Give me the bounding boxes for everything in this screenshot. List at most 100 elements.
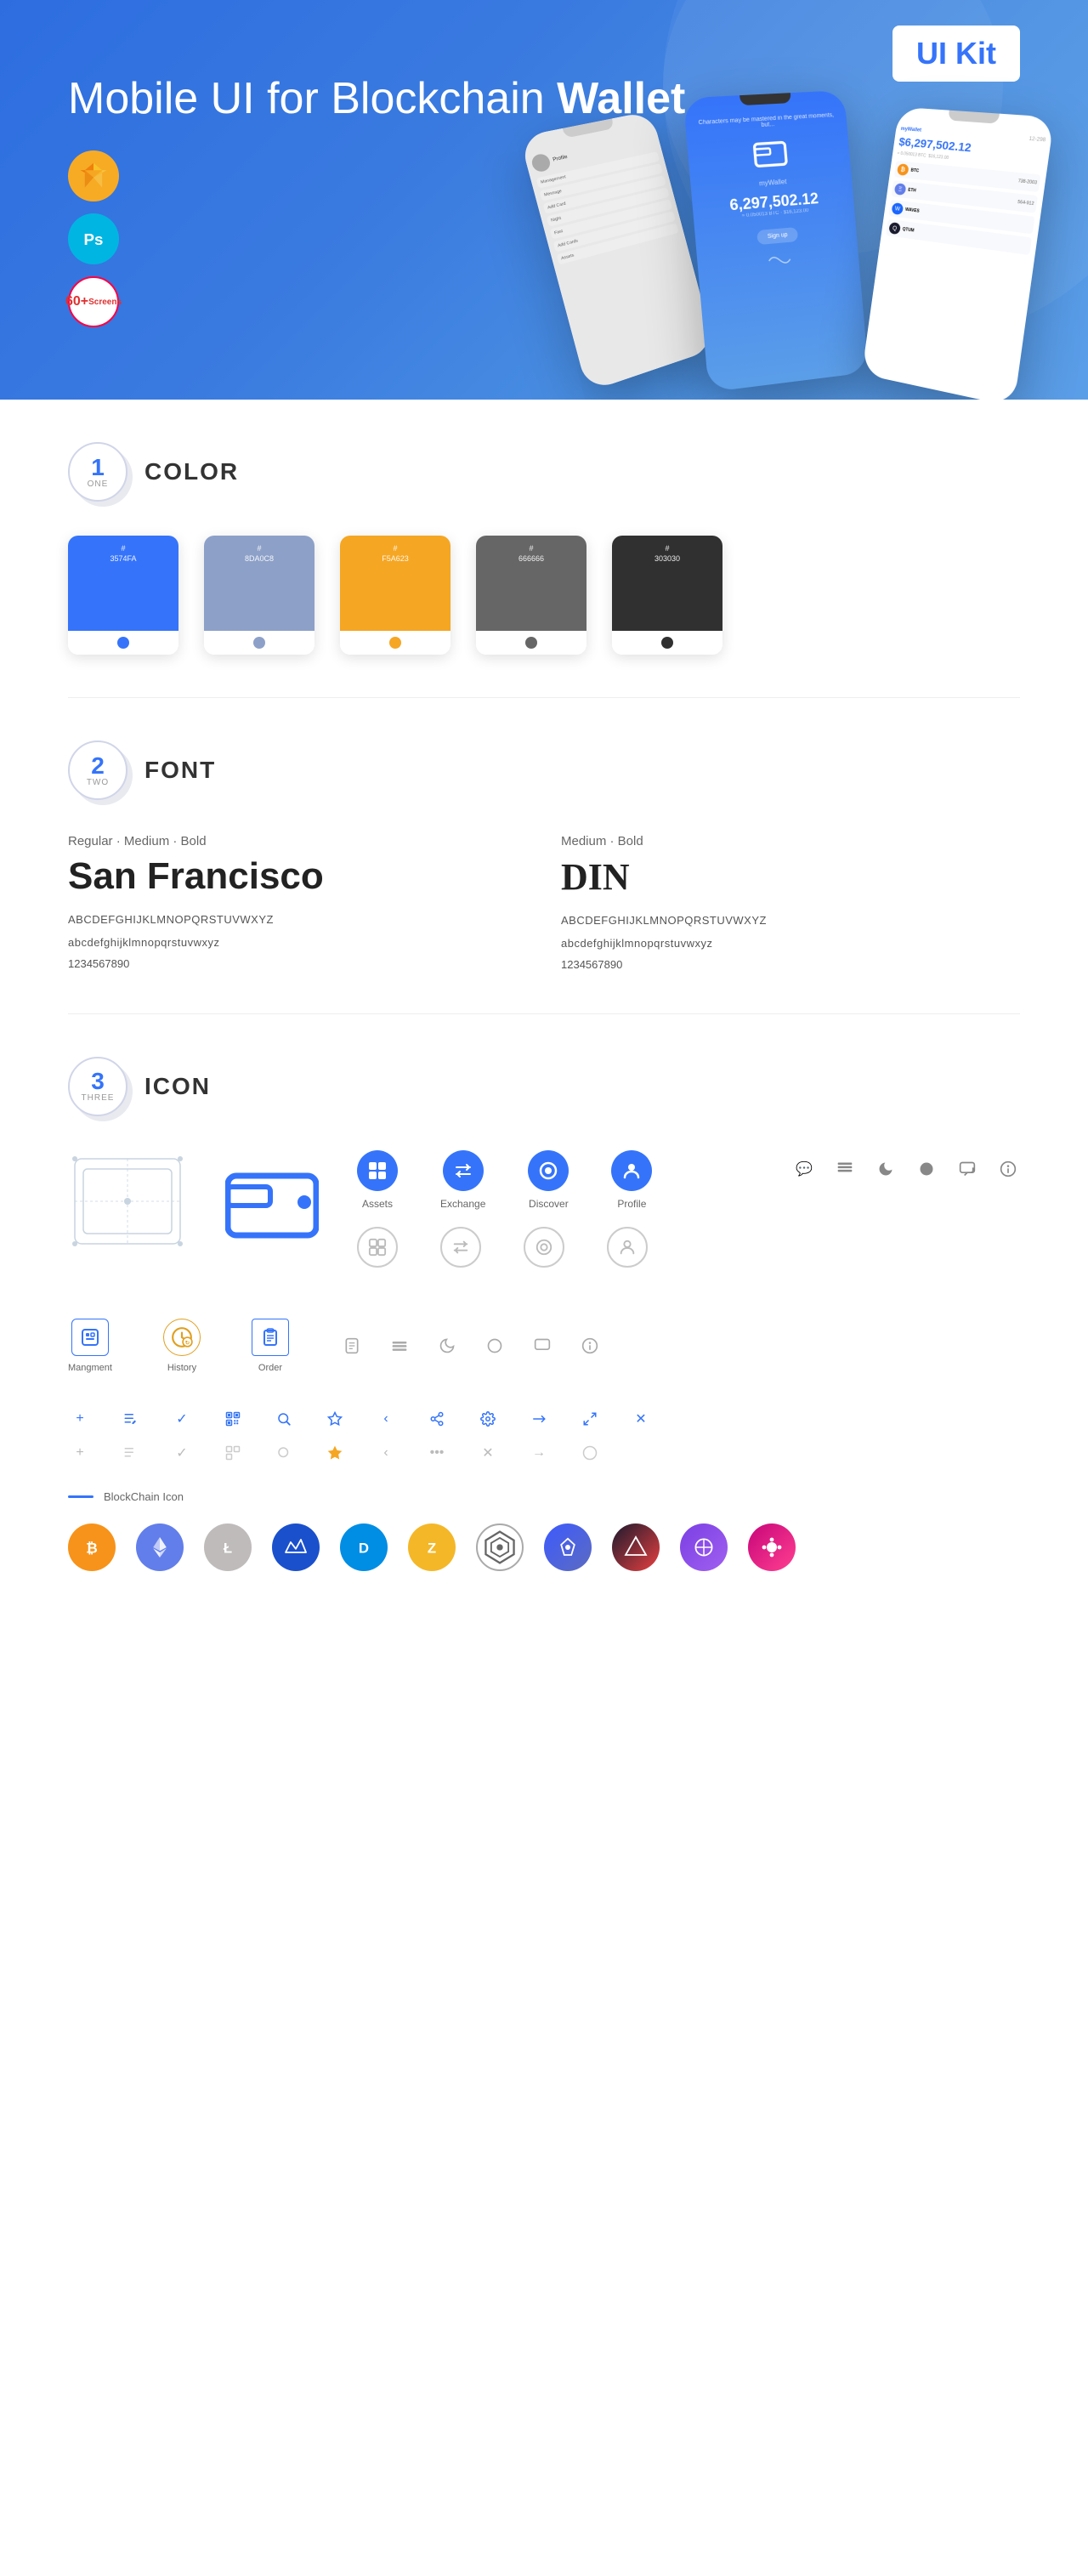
font-din-uppercase: ABCDEFGHIJKLMNOPQRSTUVWXYZ	[561, 912, 1020, 930]
color-swatches-container: #3574FA #8DA0C8 #F5A623 #666666 #303030	[68, 536, 1020, 655]
dot-icon	[748, 1523, 796, 1571]
icon-blueprint-svg	[68, 1150, 187, 1252]
font-din-lowercase: abcdefghijklmnopqrstuvwxyz	[561, 935, 1020, 953]
info-icon	[996, 1157, 1020, 1181]
star-icon-orange	[323, 1441, 347, 1465]
swatch-dark: #303030	[612, 536, 722, 655]
font-section: 2 TWO FONT Regular · Medium · Bold San F…	[68, 698, 1020, 1013]
photoshop-badge: Ps	[68, 213, 119, 264]
waves-icon	[272, 1523, 320, 1571]
nav-exchange-filled: Exchange	[440, 1150, 485, 1210]
search-icon-gray	[272, 1441, 296, 1465]
svg-text:D: D	[359, 1540, 369, 1556]
color-section: 1 ONE COLOR #3574FA #8DA0C8 #F5A623	[68, 400, 1020, 697]
svg-text:Z: Z	[428, 1540, 436, 1556]
order-label: Order	[258, 1363, 282, 1373]
discover-icon-filled	[528, 1150, 569, 1191]
nav-icons-outline-row	[357, 1227, 758, 1268]
crescent-icon	[874, 1157, 898, 1181]
crypto-icons-row: ₿ Ł D Z	[68, 1523, 1020, 1571]
section-number-2: 2 TWO	[68, 740, 128, 800]
history-icon: ↻	[163, 1319, 201, 1356]
star-icon-active	[323, 1407, 347, 1431]
swatch-orange: #F5A623	[340, 536, 450, 655]
icon-section-header: 3 THREE ICON	[68, 1057, 1020, 1116]
management-icon	[71, 1319, 109, 1356]
sketch-badge	[68, 150, 119, 201]
moon-icon	[435, 1334, 459, 1358]
ltc-icon: Ł	[204, 1523, 252, 1571]
zcash-icon: Z	[408, 1523, 456, 1571]
ark-icon	[612, 1523, 660, 1571]
arrow-icon-gray: →	[527, 1441, 551, 1465]
color-section-header: 1 ONE COLOR	[68, 442, 1020, 502]
nav-profile-filled: Profile	[611, 1150, 652, 1210]
small-icons-gray-row: + ✓ ‹ ••• ✕ →	[68, 1441, 1020, 1465]
assets-icon-filled	[357, 1150, 398, 1191]
btc-icon: ₿	[68, 1523, 116, 1571]
icon-blueprint-container	[68, 1150, 187, 1252]
extra-icons-row	[340, 1334, 602, 1373]
lsk-icon	[544, 1523, 592, 1571]
stack-layers-icon	[388, 1334, 411, 1358]
chevron-left-icon-active: ‹	[374, 1407, 398, 1431]
misc-icons-row-1: 💬	[792, 1157, 1020, 1181]
font-section-title: FONT	[144, 757, 216, 784]
chat-box-icon	[530, 1334, 554, 1358]
svg-text:Ps: Ps	[84, 230, 104, 248]
small-icons-active-row: + ✓ ‹	[68, 1407, 1020, 1431]
nav-profile-label: Profile	[617, 1198, 646, 1210]
screens-count-badge: 60+ Screens	[68, 276, 119, 327]
share-icon-active	[425, 1407, 449, 1431]
section-number-3: 3 THREE	[68, 1057, 128, 1116]
nav-discover-filled: Discover	[528, 1150, 569, 1210]
wallet-svg	[225, 1163, 319, 1240]
svg-text:₿: ₿	[86, 1540, 98, 1556]
font-sf-lowercase: abcdefghijklmnopqrstuvwxyz	[68, 934, 527, 952]
font-grid: Regular · Medium · Bold San Francisco AB…	[68, 834, 1020, 971]
nav-assets-outline	[357, 1227, 398, 1268]
close-icon-active: ✕	[629, 1407, 653, 1431]
plus-icon-gray: +	[68, 1441, 92, 1465]
order-icon	[252, 1319, 289, 1356]
font-din-style: Medium · Bold	[561, 834, 1020, 848]
exchange-icon-filled	[443, 1150, 484, 1191]
expand-icon-active	[578, 1407, 602, 1431]
document-icon	[340, 1334, 364, 1358]
history-label: History	[167, 1363, 196, 1373]
grid-icon	[476, 1523, 524, 1571]
assets-icon-outline	[357, 1227, 398, 1268]
swatch-grayblue: #8DA0C8	[204, 536, 314, 655]
info-icon-gray	[578, 1441, 602, 1465]
qr-icon-gray	[221, 1441, 245, 1465]
small-misc-icons: 💬	[792, 1150, 1020, 1181]
wallet-icon-colored	[221, 1150, 323, 1252]
icon-section-title: ICON	[144, 1073, 211, 1100]
management-label: Mangment	[68, 1363, 112, 1373]
chevron-left-icon-gray: ‹	[374, 1441, 398, 1465]
nav-exchange-outline	[440, 1227, 481, 1268]
speech-icon	[955, 1157, 979, 1181]
blockchain-section: BlockChain Icon ₿ Ł	[68, 1490, 1020, 1571]
icon-showcase-row: Assets Exchange Discover	[68, 1150, 1020, 1285]
profile-icon-filled	[611, 1150, 652, 1191]
eth-icon	[136, 1523, 184, 1571]
settings-icon-active	[476, 1407, 500, 1431]
font-sf-numbers: 1234567890	[68, 957, 527, 970]
info-outline-icon	[578, 1334, 602, 1358]
color-section-title: COLOR	[144, 458, 239, 485]
history-icon-item: ↻ History	[163, 1319, 201, 1373]
font-din: Medium · Bold DIN ABCDEFGHIJKLMNOPQRSTUV…	[561, 834, 1020, 971]
discover-icon-outline	[524, 1227, 564, 1268]
management-icon-item: Mangment	[68, 1319, 112, 1373]
circle-icon	[915, 1157, 938, 1181]
nav-assets-filled: Assets	[357, 1150, 398, 1210]
font-section-header: 2 TWO FONT	[68, 740, 1020, 800]
nav-exchange-label: Exchange	[440, 1198, 485, 1210]
check-icon-gray: ✓	[170, 1441, 194, 1465]
blockchain-label: BlockChain Icon	[104, 1490, 184, 1503]
dash-icon: D	[340, 1523, 388, 1571]
blockchain-label-row: BlockChain Icon	[68, 1490, 1020, 1503]
swatch-blue: #3574FA	[68, 536, 178, 655]
font-din-name: DIN	[561, 855, 1020, 899]
